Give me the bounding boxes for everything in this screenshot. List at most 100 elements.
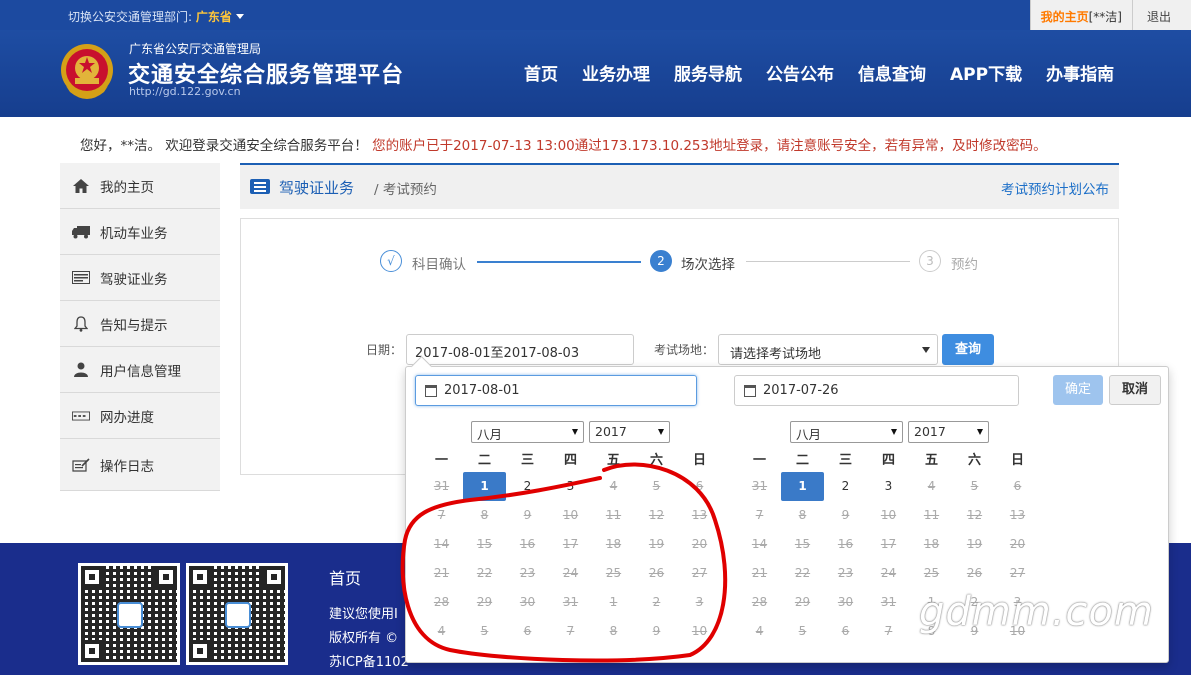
qr-finder — [189, 640, 211, 662]
main-nav: 首页 业务办理 服务导航 公告公布 信息查询 APP下载 办事指南 — [512, 60, 1126, 85]
calendar-week-row: 31 1 2 3 4 5 6 — [738, 472, 1039, 501]
nav-guide[interactable]: 办事指南 — [1046, 60, 1114, 85]
qr-finder — [155, 566, 177, 588]
calendar-day: 7 — [566, 624, 575, 638]
weekday: 五 — [924, 453, 938, 468]
progress-icon — [72, 408, 90, 424]
sidebar-item-label: 机动车业务 — [100, 225, 168, 242]
sidebar-item-home[interactable]: 我的主页 — [60, 163, 220, 209]
police-emblem-icon — [61, 44, 113, 99]
step-connector-done — [477, 261, 641, 263]
exam-plan-link[interactable]: 考试预约计划公布 — [1001, 178, 1109, 198]
sidebar-item-user-info[interactable]: 用户信息管理 — [60, 347, 220, 393]
calendar-day: 26 — [648, 566, 665, 580]
nav-app-download[interactable]: APP下载 — [950, 60, 1022, 85]
exam-site-select[interactable]: 请选择考试场地 — [718, 334, 938, 365]
weekday: 五 — [606, 453, 620, 468]
calendar-day[interactable]: 2 — [506, 472, 549, 501]
calendar-day: 9 — [841, 508, 850, 522]
calendar-day[interactable]: 3 — [549, 472, 592, 501]
calendar-day: 8 — [609, 624, 618, 638]
weekday: 二 — [477, 453, 491, 468]
left-year-select[interactable]: 2017 — [589, 421, 670, 443]
calendar-week-row: 28 29 30 31 1 2 3 — [420, 588, 721, 617]
footer-copyright: 版权所有 © — [329, 631, 399, 646]
site-url: http://gd.122.gov.cn — [129, 85, 241, 98]
top-links: 我的主页[**洁] 退出 — [1029, 0, 1191, 30]
list-icon — [250, 179, 270, 194]
calendar-day: 26 — [966, 566, 983, 580]
logout-link[interactable]: 退出 — [1131, 0, 1191, 30]
sidebar-item-label: 操作日志 — [100, 458, 154, 475]
calendar-day[interactable]: 1 — [463, 472, 506, 501]
step-2-circle: 2 — [650, 250, 672, 272]
sidebar-item-progress[interactable]: 网办进度 — [60, 393, 220, 439]
end-date-field[interactable]: 2017-07-26 — [734, 375, 1019, 406]
cancel-button[interactable]: 取消 — [1109, 375, 1161, 405]
right-month-select[interactable]: 八月 — [790, 421, 903, 443]
qr-finder — [81, 640, 103, 662]
calendar-day: 29 — [794, 595, 811, 609]
sidebar-item-vehicle[interactable]: 机动车业务 — [60, 209, 220, 255]
breadcrumb: 驾驶证业务 / 考试预约 考试预约计划公布 — [240, 163, 1119, 209]
sidebar-item-log[interactable]: 操作日志 — [60, 439, 220, 491]
tmri-logo-icon — [225, 602, 251, 628]
nav-home[interactable]: 首页 — [524, 60, 558, 85]
date-label: 日期： — [366, 343, 403, 357]
footer-home-link[interactable]: 首页 — [329, 565, 361, 589]
dept-switcher[interactable]: 切换公安交通管理部门: 广东省 — [68, 8, 244, 25]
calendar-week-row: 14 15 16 17 18 19 20 — [420, 530, 721, 559]
footer-browser-note: 建议您使用I — [329, 607, 398, 622]
step-3-label: 预约 — [951, 257, 978, 273]
calendar-day: 31 — [433, 479, 450, 493]
calendar-day[interactable]: 2 — [824, 472, 867, 501]
calendar-day: 19 — [966, 537, 983, 551]
calendar-day: 27 — [1009, 566, 1026, 580]
step-connector-pending — [746, 261, 910, 262]
qr-pattern — [81, 566, 177, 662]
nav-announcements[interactable]: 公告公布 — [766, 60, 834, 85]
caret-down-icon — [977, 429, 983, 435]
calendar-day: 8 — [798, 508, 807, 522]
calendar-day: 5 — [480, 624, 489, 638]
qr-finder — [81, 566, 103, 588]
calendar-day: 17 — [880, 537, 897, 551]
calendar-day: 22 — [794, 566, 811, 580]
calendar-week-row: 7 8 9 10 11 12 13 — [420, 501, 721, 530]
start-date-field[interactable]: 2017-08-01 — [415, 375, 697, 406]
nav-service-guide[interactable]: 服务导航 — [674, 60, 742, 85]
left-month-value: 八月 — [477, 427, 503, 442]
footer-icp: 苏ICP备1102 — [329, 655, 409, 670]
calendar-day: 16 — [837, 537, 854, 551]
greeting-text: 您好，**洁。 欢迎登录交通安全综合服务平台！ — [80, 138, 368, 154]
my-page-link[interactable]: 我的主页[**洁] — [1029, 0, 1132, 30]
calendar-day[interactable]: 3 — [867, 472, 910, 501]
right-year-select[interactable]: 2017 — [908, 421, 989, 443]
sidebar-item-license[interactable]: 驾驶证业务 — [60, 255, 220, 301]
dept-prefix: 切换公安交通管理部门: — [68, 10, 193, 24]
sidebar-item-notice[interactable]: 告知与提示 — [60, 301, 220, 347]
calendar-day[interactable]: 1 — [781, 472, 824, 501]
top-bar: 切换公安交通管理部门: 广东省 我的主页[**洁] 退出 — [0, 0, 1191, 30]
calendar-day: 4 — [437, 624, 446, 638]
date-range-input[interactable]: 2017-08-01至2017-08-03 — [406, 334, 634, 365]
calendar-day: 19 — [648, 537, 665, 551]
calendar-day: 5 — [798, 624, 807, 638]
dept-name: 广东省 — [195, 10, 232, 24]
query-button[interactable]: 查询 — [942, 334, 994, 365]
breadcrumb-section[interactable]: 驾驶证业务 — [279, 177, 354, 198]
bell-icon — [72, 315, 90, 332]
site-header: 广东省公安厅交通管理局 交通安全综合服务管理平台 http://gd.122.g… — [0, 30, 1191, 117]
weekday: 日 — [1010, 453, 1024, 468]
nav-info-query[interactable]: 信息查询 — [858, 60, 926, 85]
qr-code-app — [78, 563, 180, 665]
calendar-day: 10 — [562, 508, 579, 522]
calendar-day: 25 — [923, 566, 940, 580]
left-month-select[interactable]: 八月 — [471, 421, 584, 443]
calendar-day: 8 — [480, 508, 489, 522]
confirm-button[interactable]: 确定 — [1053, 375, 1103, 405]
weekday: 四 — [563, 453, 577, 468]
nav-business[interactable]: 业务办理 — [582, 60, 650, 85]
calendar-day: 31 — [751, 479, 768, 493]
calendar-day: 10 — [691, 624, 708, 638]
